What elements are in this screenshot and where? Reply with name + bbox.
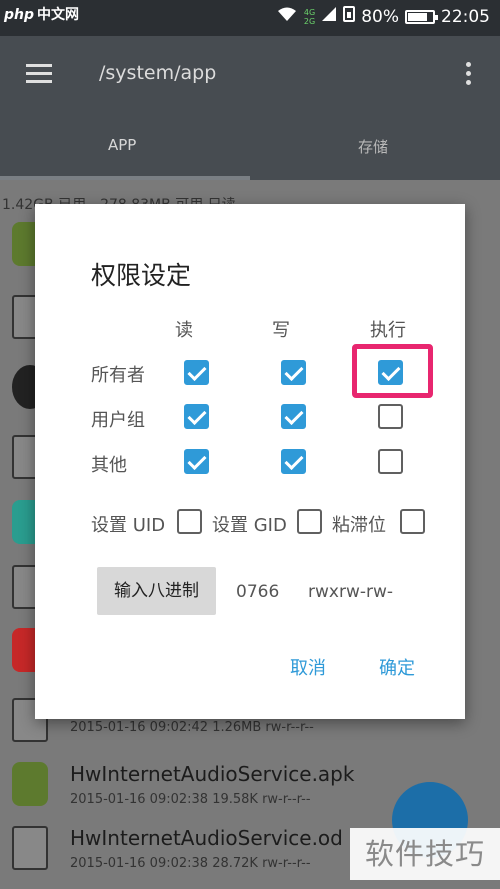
- watermark-logo: php 中文网: [4, 4, 79, 24]
- enter-octal-button[interactable]: 输入八进制: [97, 567, 216, 615]
- cancel-button[interactable]: 取消: [290, 654, 326, 680]
- octal-value: 0766: [236, 582, 280, 602]
- column-read: 读: [175, 320, 193, 341]
- battery-icon: [405, 9, 438, 24]
- row-owner-label: 所有者: [91, 365, 145, 386]
- android-icon: [12, 762, 48, 806]
- setgid-label: 设置 GID: [212, 515, 287, 536]
- wifi-icon: [276, 6, 298, 27]
- column-execute: 执行: [370, 320, 406, 341]
- owner-read-checkbox[interactable]: [184, 360, 209, 385]
- other-execute-checkbox[interactable]: [378, 449, 403, 474]
- setuid-label: 设置 UID: [91, 515, 166, 536]
- file-icon: [12, 826, 48, 870]
- clock: 22:05: [441, 6, 490, 27]
- sticky-bit-label: 粘滞位: [332, 515, 386, 536]
- owner-write-checkbox[interactable]: [281, 360, 306, 385]
- file-meta: 2015-01-16 09:02:38 28.72K rw-r--r--: [70, 856, 311, 871]
- tab-app[interactable]: APP: [108, 136, 136, 154]
- network-type-icon: 4G 2G: [303, 7, 316, 26]
- group-execute-checkbox[interactable]: [378, 404, 403, 429]
- tab-storage[interactable]: 存储: [358, 136, 388, 157]
- sticky-bit-checkbox[interactable]: [400, 509, 425, 534]
- setuid-checkbox[interactable]: [177, 509, 202, 534]
- ok-button[interactable]: 确定: [379, 654, 415, 680]
- sim-icon: [343, 6, 356, 27]
- row-other-label: 其他: [91, 455, 127, 476]
- group-read-checkbox[interactable]: [184, 404, 209, 429]
- status-icons: 4G 2G 80% 22:05: [276, 6, 490, 27]
- current-path: /system/app: [99, 62, 217, 84]
- logo-text-b: 中文网: [37, 7, 80, 23]
- column-write: 写: [272, 320, 290, 341]
- file-name: HwInternetAudioService.apk: [70, 762, 355, 786]
- menu-icon[interactable]: [26, 64, 52, 84]
- more-options-icon[interactable]: [466, 62, 472, 89]
- highlight-box: [352, 344, 433, 398]
- battery-percent: 80%: [361, 6, 399, 27]
- app-toolbar: /system/app: [0, 36, 500, 114]
- permission-string: rwxrw-rw-: [308, 582, 394, 602]
- file-meta: 2015-01-16 09:02:38 19.58K rw-r--r--: [70, 792, 311, 807]
- signal-icon: [321, 6, 337, 27]
- group-write-checkbox[interactable]: [281, 404, 306, 429]
- dialog-title: 权限设定: [91, 261, 192, 290]
- watermark-text: 软件技巧: [350, 828, 500, 880]
- row-group-label: 用户组: [91, 410, 145, 431]
- file-meta: 2015-01-16 09:02:42 1.26MB rw-r--r--: [70, 720, 314, 735]
- permission-dialog: 权限设定 读 写 执行 所有者 用户组 其他 设置 UID 设置 GID 粘滞位…: [35, 204, 465, 719]
- tab-bar: APP 存储: [0, 114, 500, 180]
- file-name: HwInternetAudioService.od: [70, 826, 343, 850]
- setgid-checkbox[interactable]: [297, 509, 322, 534]
- logo-text-a: php: [4, 7, 35, 23]
- status-bar: php 中文网 4G 2G 80% 22:05: [0, 0, 500, 36]
- other-write-checkbox[interactable]: [281, 449, 306, 474]
- other-read-checkbox[interactable]: [184, 449, 209, 474]
